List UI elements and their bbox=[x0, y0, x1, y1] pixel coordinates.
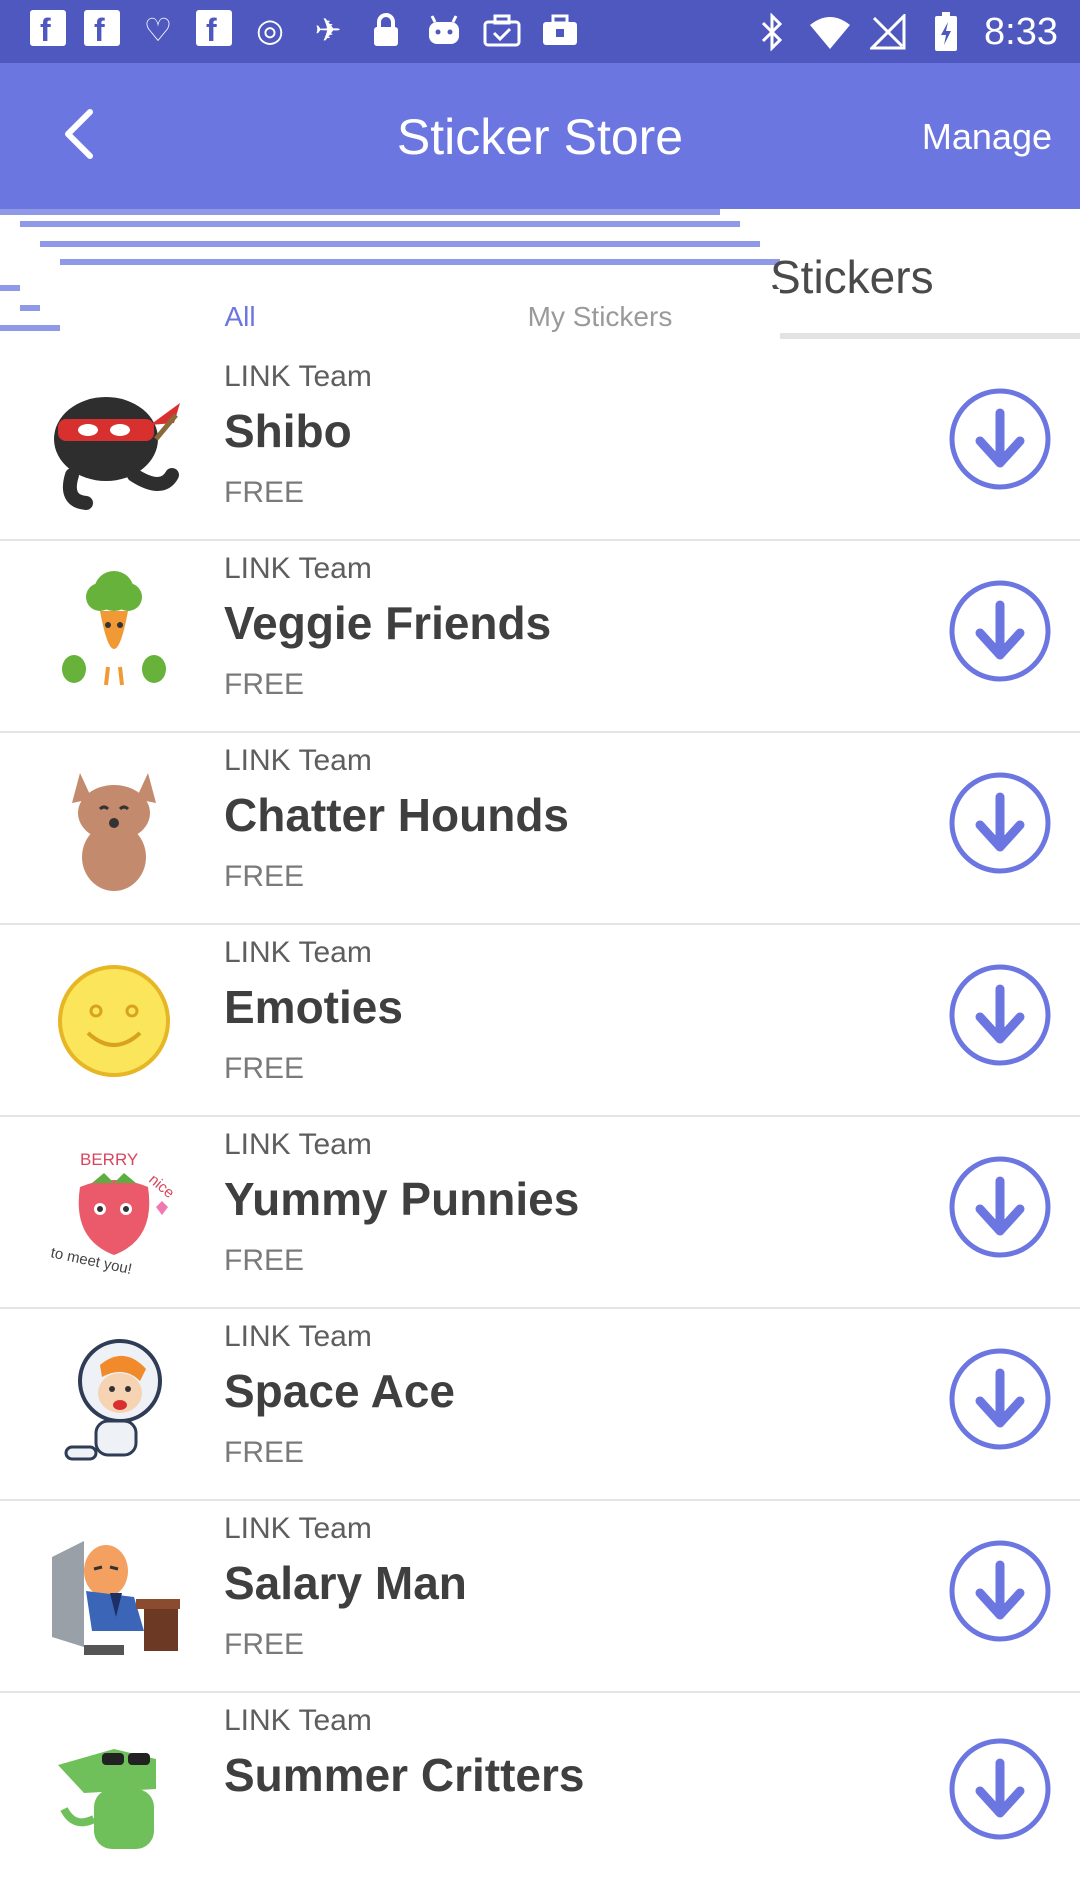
lock-icon bbox=[366, 10, 406, 50]
download-button[interactable] bbox=[948, 1539, 1052, 1643]
facebook-icon: f bbox=[196, 10, 232, 48]
hound-sticker-image bbox=[44, 759, 184, 899]
download-icon bbox=[949, 964, 1051, 1066]
svg-text:BERRY: BERRY bbox=[80, 1150, 138, 1169]
list-item[interactable]: LINK Team Chatter Hounds FREE bbox=[0, 733, 1080, 925]
sticker-price: FREE bbox=[224, 668, 305, 701]
clock-time: 8:33 bbox=[984, 11, 1058, 53]
sticker-name: Shibo bbox=[224, 405, 352, 457]
sticker-price: FREE bbox=[224, 1628, 305, 1661]
download-button[interactable] bbox=[948, 963, 1052, 1067]
ninja-sticker-image bbox=[44, 375, 184, 515]
download-button[interactable] bbox=[948, 579, 1052, 683]
transition-artifact bbox=[0, 325, 60, 331]
sticker-author: LINK Team bbox=[224, 1320, 372, 1353]
sticker-name: Chatter Hounds bbox=[224, 789, 569, 841]
list-item[interactable]: LINK Team Space Ace FREE bbox=[0, 1309, 1080, 1501]
download-button[interactable] bbox=[948, 387, 1052, 491]
veggie-sticker-image bbox=[44, 567, 184, 707]
sticker-author: LINK Team bbox=[224, 936, 372, 969]
transition-artifact bbox=[60, 259, 780, 265]
bluetooth-icon bbox=[752, 12, 792, 52]
android-icon bbox=[424, 10, 464, 50]
sticker-name: Salary Man bbox=[224, 1557, 467, 1609]
wifi-icon bbox=[810, 12, 851, 52]
download-button[interactable] bbox=[948, 1155, 1052, 1259]
sticker-author: LINK Team bbox=[224, 360, 372, 393]
tab-bar: Stickers All My Stickers bbox=[0, 209, 1080, 349]
tab-my-stickers[interactable]: My Stickers bbox=[420, 289, 780, 345]
sticker-author: LINK Team bbox=[224, 1704, 372, 1737]
download-button[interactable] bbox=[948, 1737, 1052, 1841]
sticker-author: LINK Team bbox=[224, 1128, 372, 1161]
transition-artifact bbox=[0, 285, 20, 291]
background-tab-label: Stickers bbox=[770, 251, 934, 303]
list-item[interactable]: LINK Team Summer Critters bbox=[0, 1693, 1080, 1885]
briefcase-check-icon bbox=[482, 10, 522, 50]
office-man-sticker-image bbox=[44, 1527, 184, 1667]
strawberry-sticker-image: BERRY nice to meet you! bbox=[44, 1143, 184, 1283]
fake-gps-icon: ✈ bbox=[314, 12, 342, 48]
sticker-price: FREE bbox=[224, 1244, 305, 1277]
download-icon bbox=[949, 772, 1051, 874]
tab-underline bbox=[780, 333, 1080, 339]
circle-icon: ◎ bbox=[256, 12, 284, 48]
sticker-name: Space Ace bbox=[224, 1365, 455, 1417]
iheart-icon: ♡ bbox=[143, 12, 173, 48]
download-icon bbox=[949, 1156, 1051, 1258]
download-button[interactable] bbox=[948, 1347, 1052, 1451]
facebook-icon: f bbox=[84, 10, 120, 48]
battery-charging-icon bbox=[926, 12, 966, 52]
sticker-name: Summer Critters bbox=[224, 1749, 585, 1801]
astronaut-sticker-image bbox=[44, 1335, 184, 1475]
download-icon bbox=[949, 388, 1051, 490]
sticker-author: LINK Team bbox=[224, 552, 372, 585]
briefcase-icon bbox=[540, 10, 580, 50]
download-button[interactable] bbox=[948, 771, 1052, 875]
sticker-price: FREE bbox=[224, 476, 305, 509]
sticker-price: FREE bbox=[224, 1052, 305, 1085]
transition-artifact bbox=[0, 209, 720, 215]
svg-text:nice: nice bbox=[145, 1171, 177, 1202]
sticker-name: Emoties bbox=[224, 981, 403, 1033]
tabs: All My Stickers bbox=[60, 289, 780, 345]
sticker-name: Yummy Punnies bbox=[224, 1173, 580, 1225]
notification-icons: f f ♡ f ◎ ✈ bbox=[30, 10, 580, 50]
download-icon bbox=[949, 1738, 1051, 1840]
page-title: Sticker Store bbox=[396, 109, 684, 165]
sticker-name: Veggie Friends bbox=[224, 597, 552, 649]
download-icon bbox=[949, 1540, 1051, 1642]
sticker-list: LINK Team Shibo FREE LINK Team Veggie Fr… bbox=[0, 349, 1080, 1885]
download-icon bbox=[949, 580, 1051, 682]
list-item[interactable]: LINK Team Veggie Friends FREE bbox=[0, 541, 1080, 733]
transition-artifact bbox=[20, 305, 40, 311]
no-signal-icon bbox=[868, 12, 908, 52]
list-item[interactable]: LINK Team Shibo FREE bbox=[0, 349, 1080, 541]
status-bar: f f ♡ f ◎ ✈ 8:33 bbox=[0, 0, 1080, 63]
download-icon bbox=[949, 1348, 1051, 1450]
crocodile-sticker-image bbox=[44, 1719, 184, 1859]
app-bar: Sticker Store Manage bbox=[0, 63, 1080, 209]
sticker-author: LINK Team bbox=[224, 744, 372, 777]
smiley-sticker-image bbox=[44, 951, 184, 1091]
transition-artifact bbox=[20, 221, 740, 227]
tab-all[interactable]: All bbox=[60, 289, 420, 345]
sticker-price: FREE bbox=[224, 860, 305, 893]
list-item[interactable]: LINK Team Salary Man FREE bbox=[0, 1501, 1080, 1693]
transition-artifact bbox=[40, 241, 760, 247]
facebook-icon: f bbox=[30, 10, 66, 48]
system-icons: 8:33 bbox=[752, 10, 1058, 54]
manage-button[interactable]: Manage bbox=[922, 115, 1052, 159]
sticker-author: LINK Team bbox=[224, 1512, 372, 1545]
sticker-price: FREE bbox=[224, 1436, 305, 1469]
list-item[interactable]: LINK Team Emoties FREE bbox=[0, 925, 1080, 1117]
list-item[interactable]: BERRY nice to meet you! LINK Team Yummy … bbox=[0, 1117, 1080, 1309]
